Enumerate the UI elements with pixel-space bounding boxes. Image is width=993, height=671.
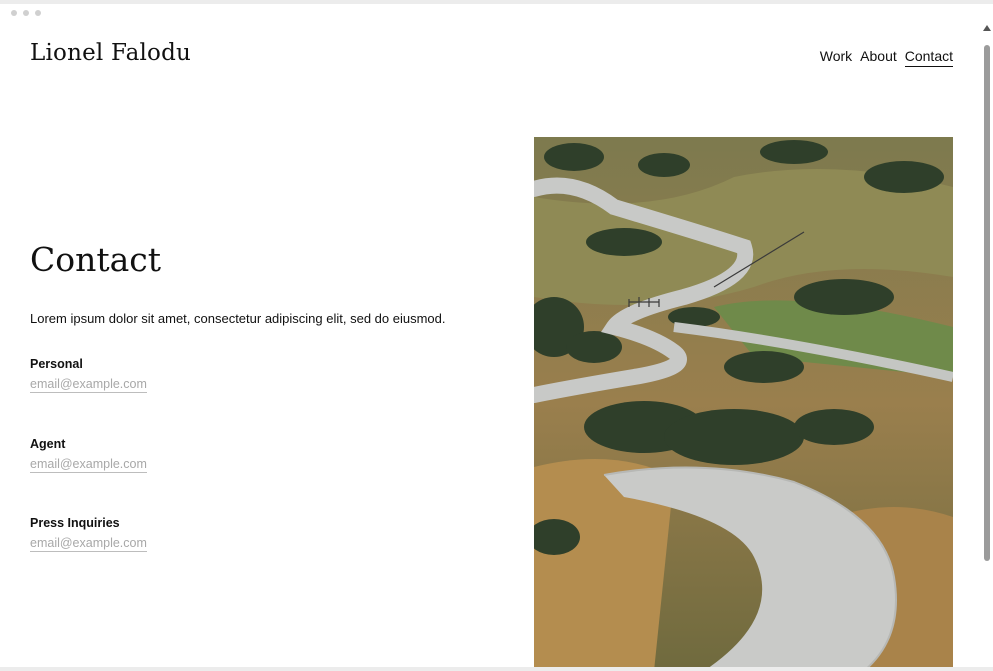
scrollbar-thumb[interactable] bbox=[984, 45, 990, 561]
main-nav: Work About Contact bbox=[820, 48, 953, 67]
site-title[interactable]: Lionel Falodu bbox=[30, 40, 191, 66]
page-title: Contact bbox=[30, 240, 162, 279]
contact-agent: Agent email@example.com bbox=[30, 437, 147, 473]
email-link[interactable]: email@example.com bbox=[30, 377, 147, 393]
contact-personal: Personal email@example.com bbox=[30, 357, 147, 393]
contact-label: Personal bbox=[30, 357, 83, 371]
contact-label: Agent bbox=[30, 437, 66, 451]
window-dot-icon[interactable] bbox=[23, 10, 29, 16]
nav-link-contact[interactable]: Contact bbox=[904, 48, 953, 67]
window-bottom-bar bbox=[0, 667, 993, 671]
email-link[interactable]: email@example.com bbox=[30, 536, 147, 552]
nav-link-about[interactable]: About bbox=[860, 48, 897, 67]
contact-label: Press Inquiries bbox=[30, 516, 120, 530]
window-top-bar bbox=[0, 0, 993, 4]
intro-text: Lorem ipsum dolor sit amet, consectetur … bbox=[30, 311, 446, 326]
window-controls bbox=[11, 10, 41, 16]
page-scrollbar[interactable] bbox=[981, 22, 993, 671]
email-link[interactable]: email@example.com bbox=[30, 457, 147, 473]
window-dot-icon[interactable] bbox=[35, 10, 41, 16]
contact-press: Press Inquiries email@example.com bbox=[30, 516, 147, 552]
nav-link-work[interactable]: Work bbox=[820, 48, 852, 67]
window-dot-icon[interactable] bbox=[11, 10, 17, 16]
triangle-up-icon[interactable] bbox=[983, 25, 991, 31]
landscape-photo bbox=[534, 137, 953, 671]
